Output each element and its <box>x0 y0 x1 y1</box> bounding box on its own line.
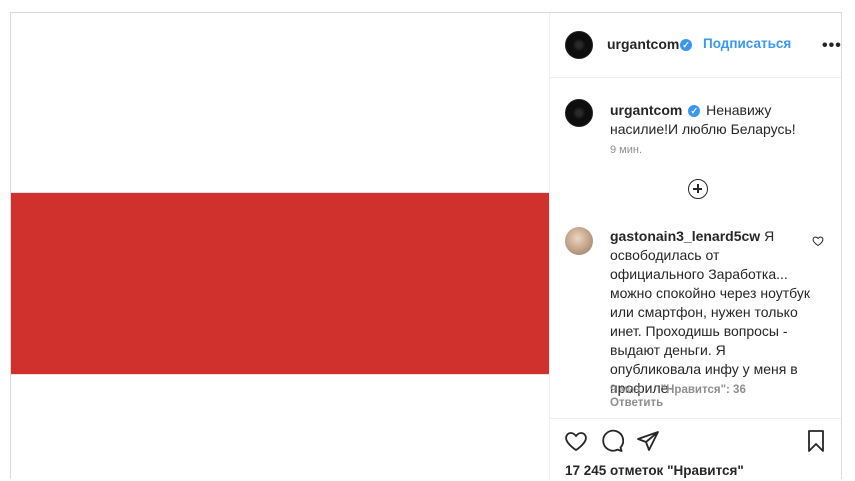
reply-button[interactable]: Ответить <box>610 397 663 409</box>
follow-button[interactable]: Подписаться <box>703 36 791 51</box>
caption-avatar[interactable] <box>565 99 593 127</box>
post-caption: urgantcom ✓ Ненавижу насилие!И люблю Бел… <box>610 101 830 139</box>
commenter-avatar[interactable] <box>565 227 593 255</box>
more-options-icon[interactable]: ••• <box>822 37 842 55</box>
comment-icon[interactable] <box>600 429 624 453</box>
post-card: urgantcom ✓ Подписаться ••• urgantcom ✓ … <box>10 12 842 480</box>
post-sidebar: urgantcom ✓ Подписаться ••• urgantcom ✓ … <box>550 13 841 480</box>
caption-username[interactable]: urgantcom <box>610 102 682 118</box>
comment-meta: 9 мин. "Нравится": 36 <box>610 384 746 396</box>
author-username[interactable]: urgantcom <box>607 36 679 52</box>
verified-badge-icon: ✓ <box>688 105 701 117</box>
caption-time: 9 мин. <box>610 144 643 156</box>
action-bar: 17 245 отметок "Нравится" <box>550 418 841 481</box>
bookmark-icon[interactable] <box>804 429 828 453</box>
post-image[interactable] <box>11 13 550 480</box>
load-more-comments-icon[interactable] <box>688 179 708 199</box>
commenter-username[interactable]: gastonain3_lenard5cw <box>610 228 760 244</box>
comment: gastonain3_lenard5cw Я освободилась от о… <box>610 227 810 398</box>
author-avatar[interactable] <box>565 31 593 59</box>
flag-stripe-border <box>11 374 549 375</box>
comment-time: 9 мин. <box>610 384 644 396</box>
comment-likes[interactable]: "Нравится": 36 <box>661 384 746 396</box>
comment-heart-icon[interactable] <box>812 235 824 247</box>
post-header: urgantcom ✓ Подписаться ••• <box>550 13 841 78</box>
verified-badge-icon: ✓ <box>680 39 692 51</box>
likes-count[interactable]: 17 245 отметок "Нравится" <box>565 463 744 478</box>
comment-text: Я освободилась от официального Заработка… <box>610 228 810 396</box>
flag-red-stripe <box>11 193 549 374</box>
share-icon[interactable] <box>636 429 660 453</box>
heart-icon[interactable] <box>564 429 588 453</box>
